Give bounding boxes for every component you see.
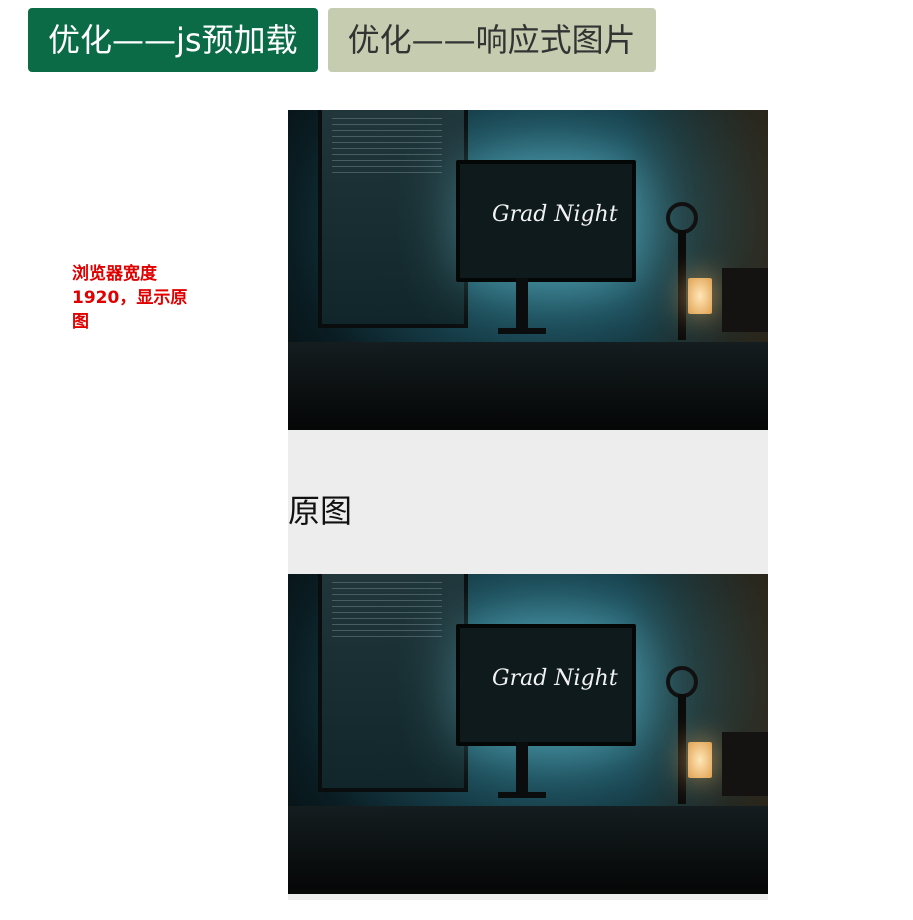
ring-light-pole xyxy=(678,230,686,340)
monitor-code-lines xyxy=(332,118,442,178)
image-caption: 原图 xyxy=(288,492,353,530)
caption-band: 原图 xyxy=(288,430,768,574)
desk-lamp xyxy=(688,278,712,314)
tab-js-preload[interactable]: 优化——js预加载 xyxy=(28,8,318,72)
center-monitor: Grad Night xyxy=(456,160,636,282)
tab-bar: 优化——js预加载 优化——响应式图片 xyxy=(28,8,656,72)
desk-lamp xyxy=(688,742,712,778)
image-column: Grad Night 原图 Grad Night xyxy=(288,110,768,900)
bottom-strip xyxy=(288,894,768,900)
monitor-screen-text: Grad Night xyxy=(492,202,618,227)
tab-responsive-images[interactable]: 优化——响应式图片 xyxy=(327,8,656,72)
ring-light-pole xyxy=(678,694,686,804)
speaker xyxy=(722,732,768,796)
speaker xyxy=(722,268,768,332)
left-monitor xyxy=(318,574,468,792)
monitor-code-lines xyxy=(332,582,442,642)
monitor-screen-text: Grad Night xyxy=(492,666,618,691)
monitor-stand-base xyxy=(498,328,546,334)
browser-width-note: 浏览器宽度1920，显示原图 xyxy=(72,264,188,332)
original-image-bottom: Grad Night xyxy=(288,574,768,894)
desk-surface xyxy=(288,806,768,894)
desk-surface xyxy=(288,342,768,430)
monitor-stand xyxy=(516,742,528,794)
monitor-stand xyxy=(516,278,528,330)
original-image-top: Grad Night xyxy=(288,110,768,430)
center-monitor: Grad Night xyxy=(456,624,636,746)
monitor-stand-base xyxy=(498,792,546,798)
left-monitor xyxy=(318,110,468,328)
